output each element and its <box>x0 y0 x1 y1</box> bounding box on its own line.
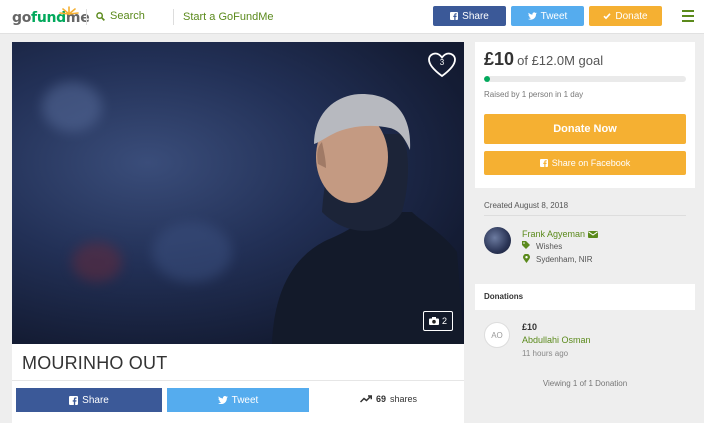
shares-word: shares <box>390 394 418 404</box>
organizer-location: Sydenham, NIR <box>522 253 593 265</box>
search-icon <box>96 11 105 21</box>
gofundme-logo[interactable]: gofundme <box>12 6 90 28</box>
header-tweet-button[interactable]: Tweet <box>511 6 584 26</box>
progress-fill <box>484 76 491 82</box>
donations-list: AO £10 Abdullahi Osman 11 hours ago View… <box>475 312 695 423</box>
raised-amount: £10 <box>484 49 515 69</box>
campaign-tweet-label: Tweet <box>231 394 259 406</box>
trending-up-icon <box>360 395 372 403</box>
checkmark-icon <box>603 13 611 20</box>
donations-header: Donations <box>475 284 695 310</box>
category-label: Wishes <box>536 241 563 251</box>
donation-amount: £10 <box>522 322 538 332</box>
background-bokeh <box>42 82 102 132</box>
divider <box>484 215 686 216</box>
organizer-avatar[interactable] <box>484 227 511 254</box>
header-divider <box>86 9 87 25</box>
photo-gallery-button[interactable]: 2 <box>423 311 453 331</box>
tag-icon <box>522 241 530 251</box>
portrait-figure <box>272 94 464 344</box>
header-donate-label: Donate <box>615 10 648 22</box>
facebook-icon <box>450 12 459 20</box>
heart-count: 3 <box>439 58 445 67</box>
donation-time: 11 hours ago <box>522 349 569 358</box>
envelope-icon[interactable] <box>588 230 599 238</box>
campaign-hero-image[interactable]: 3 2 <box>12 42 464 344</box>
created-date: Created August 8, 2018 <box>484 201 569 210</box>
donations-title: Donations <box>484 292 524 301</box>
donations-count-text: Viewing 1 of 1 Donation <box>542 379 628 388</box>
campaign-tweet-button[interactable]: Tweet <box>167 388 309 412</box>
header-tweet-label: Tweet <box>540 10 568 22</box>
twitter-icon <box>527 12 537 20</box>
header-facebook-share-button[interactable]: Share <box>433 6 506 26</box>
twitter-icon <box>217 396 228 404</box>
organizer-category: Wishes <box>522 241 562 251</box>
donor-avatar: AO <box>484 322 510 348</box>
hamburger-menu-icon[interactable] <box>682 10 694 22</box>
map-pin-icon <box>522 253 530 265</box>
donor-name: Abdullahi Osman <box>522 335 591 345</box>
header-divider <box>173 9 174 25</box>
search-link[interactable]: Search <box>96 10 145 22</box>
search-label: Search <box>110 10 145 22</box>
heart-button[interactable]: 3 <box>428 52 456 78</box>
shares-number: 69 <box>376 394 387 404</box>
start-gofundme-link[interactable]: Start a GoFundMe <box>183 11 274 23</box>
goal-text: of £12.0M goal <box>517 53 604 68</box>
facebook-icon <box>539 159 548 167</box>
camera-icon <box>428 317 439 325</box>
facebook-icon <box>69 395 79 405</box>
share-on-facebook-button[interactable]: Share on Facebook <box>484 151 686 175</box>
header-donate-button[interactable]: Donate <box>589 6 662 26</box>
raised-by-text: Raised by 1 person in 1 day <box>484 90 584 99</box>
campaign-share-label: Share <box>82 394 109 406</box>
photo-count: 2 <box>441 316 447 326</box>
donate-panel: £10 of £12.0M goal Raised by 1 person in… <box>475 42 695 188</box>
progress-bar <box>484 76 686 82</box>
organizer-name: Frank Agyeman <box>522 229 586 239</box>
organizer-name-link[interactable]: Frank Agyeman <box>522 229 599 239</box>
divider <box>12 380 464 381</box>
campaign-title: MOURINHO OUT <box>22 353 168 373</box>
shares-count: 69 shares <box>360 394 417 404</box>
location-label: Sydenham, NIR <box>536 255 593 264</box>
campaign-facebook-share-button[interactable]: Share <box>16 388 162 412</box>
background-bokeh <box>72 242 122 282</box>
logo-sun-icon <box>59 6 79 15</box>
donate-now-button[interactable]: Donate Now <box>484 114 686 144</box>
campaign-card: 3 2 MOURINHO OUT Share Tweet 69 shares <box>12 42 464 423</box>
top-header: gofundme Search Start a GoFundMe Share T… <box>0 0 704 34</box>
raised-summary: £10 of £12.0M goal <box>484 49 603 70</box>
header-share-label: Share <box>462 10 489 22</box>
background-bokeh <box>152 222 232 282</box>
fb-share-label: Share on Facebook <box>551 158 631 168</box>
